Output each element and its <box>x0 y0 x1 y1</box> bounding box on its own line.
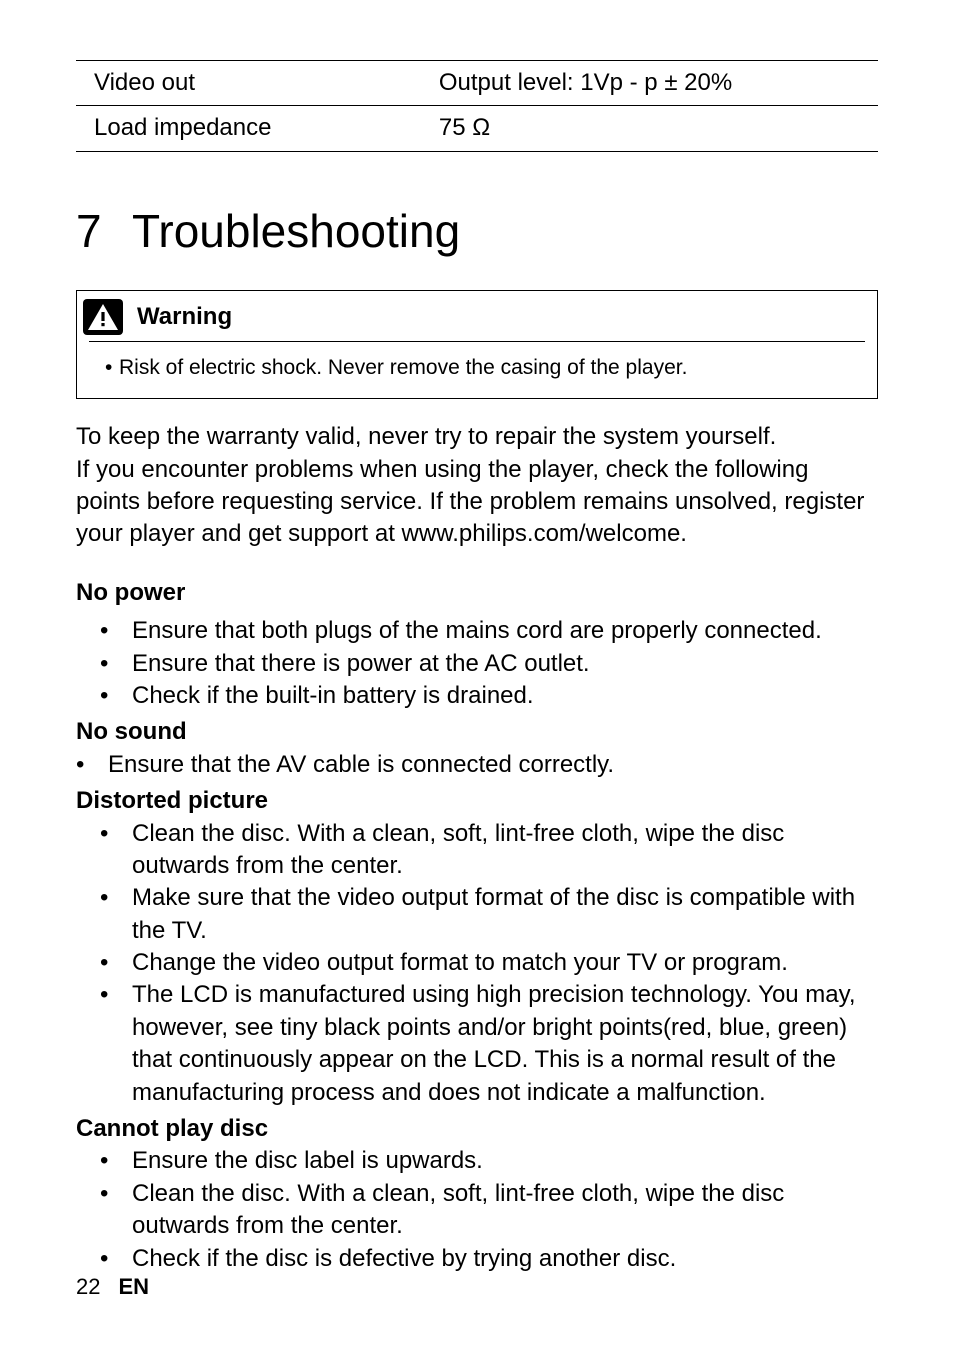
page-footer: 22 EN <box>76 1272 149 1302</box>
spec-label: Video out <box>76 61 421 106</box>
list-item: Clean the disc. With a clean, soft, lint… <box>76 1178 878 1243</box>
no-sound-list: Ensure that the AV cable is connected co… <box>76 749 878 781</box>
warning-text: Risk of electric shock. Never remove the… <box>119 356 687 379</box>
no-power-list: Ensure that both plugs of the mains cord… <box>76 615 878 712</box>
warning-title: Warning <box>137 301 232 333</box>
distorted-list: Clean the disc. With a clean, soft, lint… <box>76 818 878 1110</box>
table-row: Load impedance 75 Ω <box>76 106 878 151</box>
spec-value: 75 Ω <box>421 106 878 151</box>
cannot-play-list: Ensure the disc label is upwards. Clean … <box>76 1145 878 1275</box>
spec-value: Output level: 1Vp - p ± 20% <box>421 61 878 106</box>
warning-icon <box>83 299 123 335</box>
page-language: EN <box>118 1274 149 1299</box>
list-item: Change the video output format to match … <box>76 947 878 979</box>
chapter-heading: 7Troubleshooting <box>76 200 878 262</box>
table-row: Video out Output level: 1Vp - p ± 20% <box>76 61 878 106</box>
section-title-no-power: No power <box>76 577 878 609</box>
spec-table: Video out Output level: 1Vp - p ± 20% Lo… <box>76 60 878 152</box>
warning-callout: Warning •Risk of electric shock. Never r… <box>76 290 878 399</box>
warning-body: •Risk of electric shock. Never remove th… <box>77 342 877 398</box>
list-item: The LCD is manufactured using high preci… <box>76 979 878 1109</box>
spec-label: Load impedance <box>76 106 421 151</box>
intro-line: To keep the warranty valid, never try to… <box>76 421 878 453</box>
chapter-title: Troubleshooting <box>132 205 460 257</box>
list-item: Clean the disc. With a clean, soft, lint… <box>76 818 878 883</box>
list-item: Check if the built-in battery is drained… <box>76 680 878 712</box>
page-number: 22 <box>76 1274 100 1299</box>
section-title-distorted: Distorted picture <box>76 785 878 817</box>
chapter-number: 7 <box>76 200 132 262</box>
section-title-cannot-play: Cannot play disc <box>76 1113 878 1145</box>
section-title-no-sound: No sound <box>76 716 878 748</box>
list-item: Ensure that there is power at the AC out… <box>76 648 878 680</box>
list-item: Make sure that the video output format o… <box>76 882 878 947</box>
list-item: Ensure the disc label is upwards. <box>76 1145 878 1177</box>
intro-text: To keep the warranty valid, never try to… <box>76 421 878 551</box>
intro-line: If you encounter problems when using the… <box>76 454 878 551</box>
warning-header: Warning <box>77 291 877 341</box>
list-item: Check if the disc is defective by trying… <box>76 1243 878 1275</box>
list-item: Ensure that both plugs of the mains cord… <box>76 615 878 647</box>
list-item: Ensure that the AV cable is connected co… <box>76 749 878 781</box>
